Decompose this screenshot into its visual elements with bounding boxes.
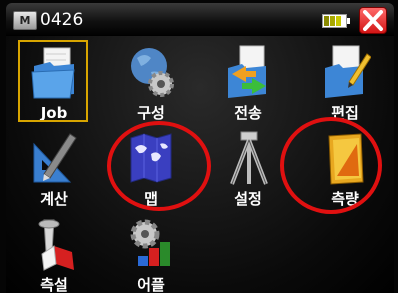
battery-icon	[322, 14, 350, 28]
app-label: 설정	[234, 190, 262, 208]
app-label: 계산	[40, 190, 68, 208]
folder-icon	[31, 47, 75, 99]
app-label: 측량	[331, 190, 359, 208]
app-stakeout[interactable]: 측설	[6, 208, 102, 293]
app-survey[interactable]: 측량	[297, 122, 393, 208]
globe-gear-icon	[131, 48, 174, 97]
app-label: 측설	[40, 276, 68, 293]
app-job[interactable]: Job	[6, 36, 102, 122]
app-calc[interactable]: 계산	[6, 122, 102, 208]
survey-book-icon	[328, 133, 364, 185]
app-label: 맵	[144, 190, 158, 208]
app-grid: Job 구성 전송 편집 계산 맵 설정 측량 측설 어플	[6, 36, 394, 293]
app-label: 어플	[137, 276, 165, 293]
tripod-icon	[230, 131, 268, 185]
title-text: 0426	[40, 10, 84, 30]
apps-gear-icon	[130, 219, 170, 266]
app-label: 구성	[137, 104, 165, 122]
app-map[interactable]: 맵	[103, 122, 199, 208]
title-bar: M 0426	[6, 3, 394, 36]
app-label: 전송	[234, 104, 262, 122]
app-apps[interactable]: 어플	[103, 208, 199, 293]
app-edit[interactable]: 편집	[297, 36, 393, 122]
app-transfer[interactable]: 전송	[200, 36, 296, 122]
ruler-pencil-icon	[33, 133, 77, 183]
edit-document-icon	[325, 45, 371, 98]
transfer-icon	[228, 45, 266, 98]
map-icon	[130, 133, 172, 183]
app-label: Job	[40, 104, 68, 122]
stakeout-icon	[38, 219, 74, 271]
app-config[interactable]: 구성	[103, 36, 199, 122]
m-logo-icon[interactable]: M	[13, 11, 37, 30]
app-label: 편집	[331, 104, 359, 122]
close-button[interactable]	[359, 7, 387, 34]
app-settings[interactable]: 설정	[200, 122, 296, 208]
close-icon	[363, 10, 383, 31]
device-screen: M 0426 Job 구성 전송 편집 계산 맵 설정 측량 측설 어플	[0, 0, 398, 293]
